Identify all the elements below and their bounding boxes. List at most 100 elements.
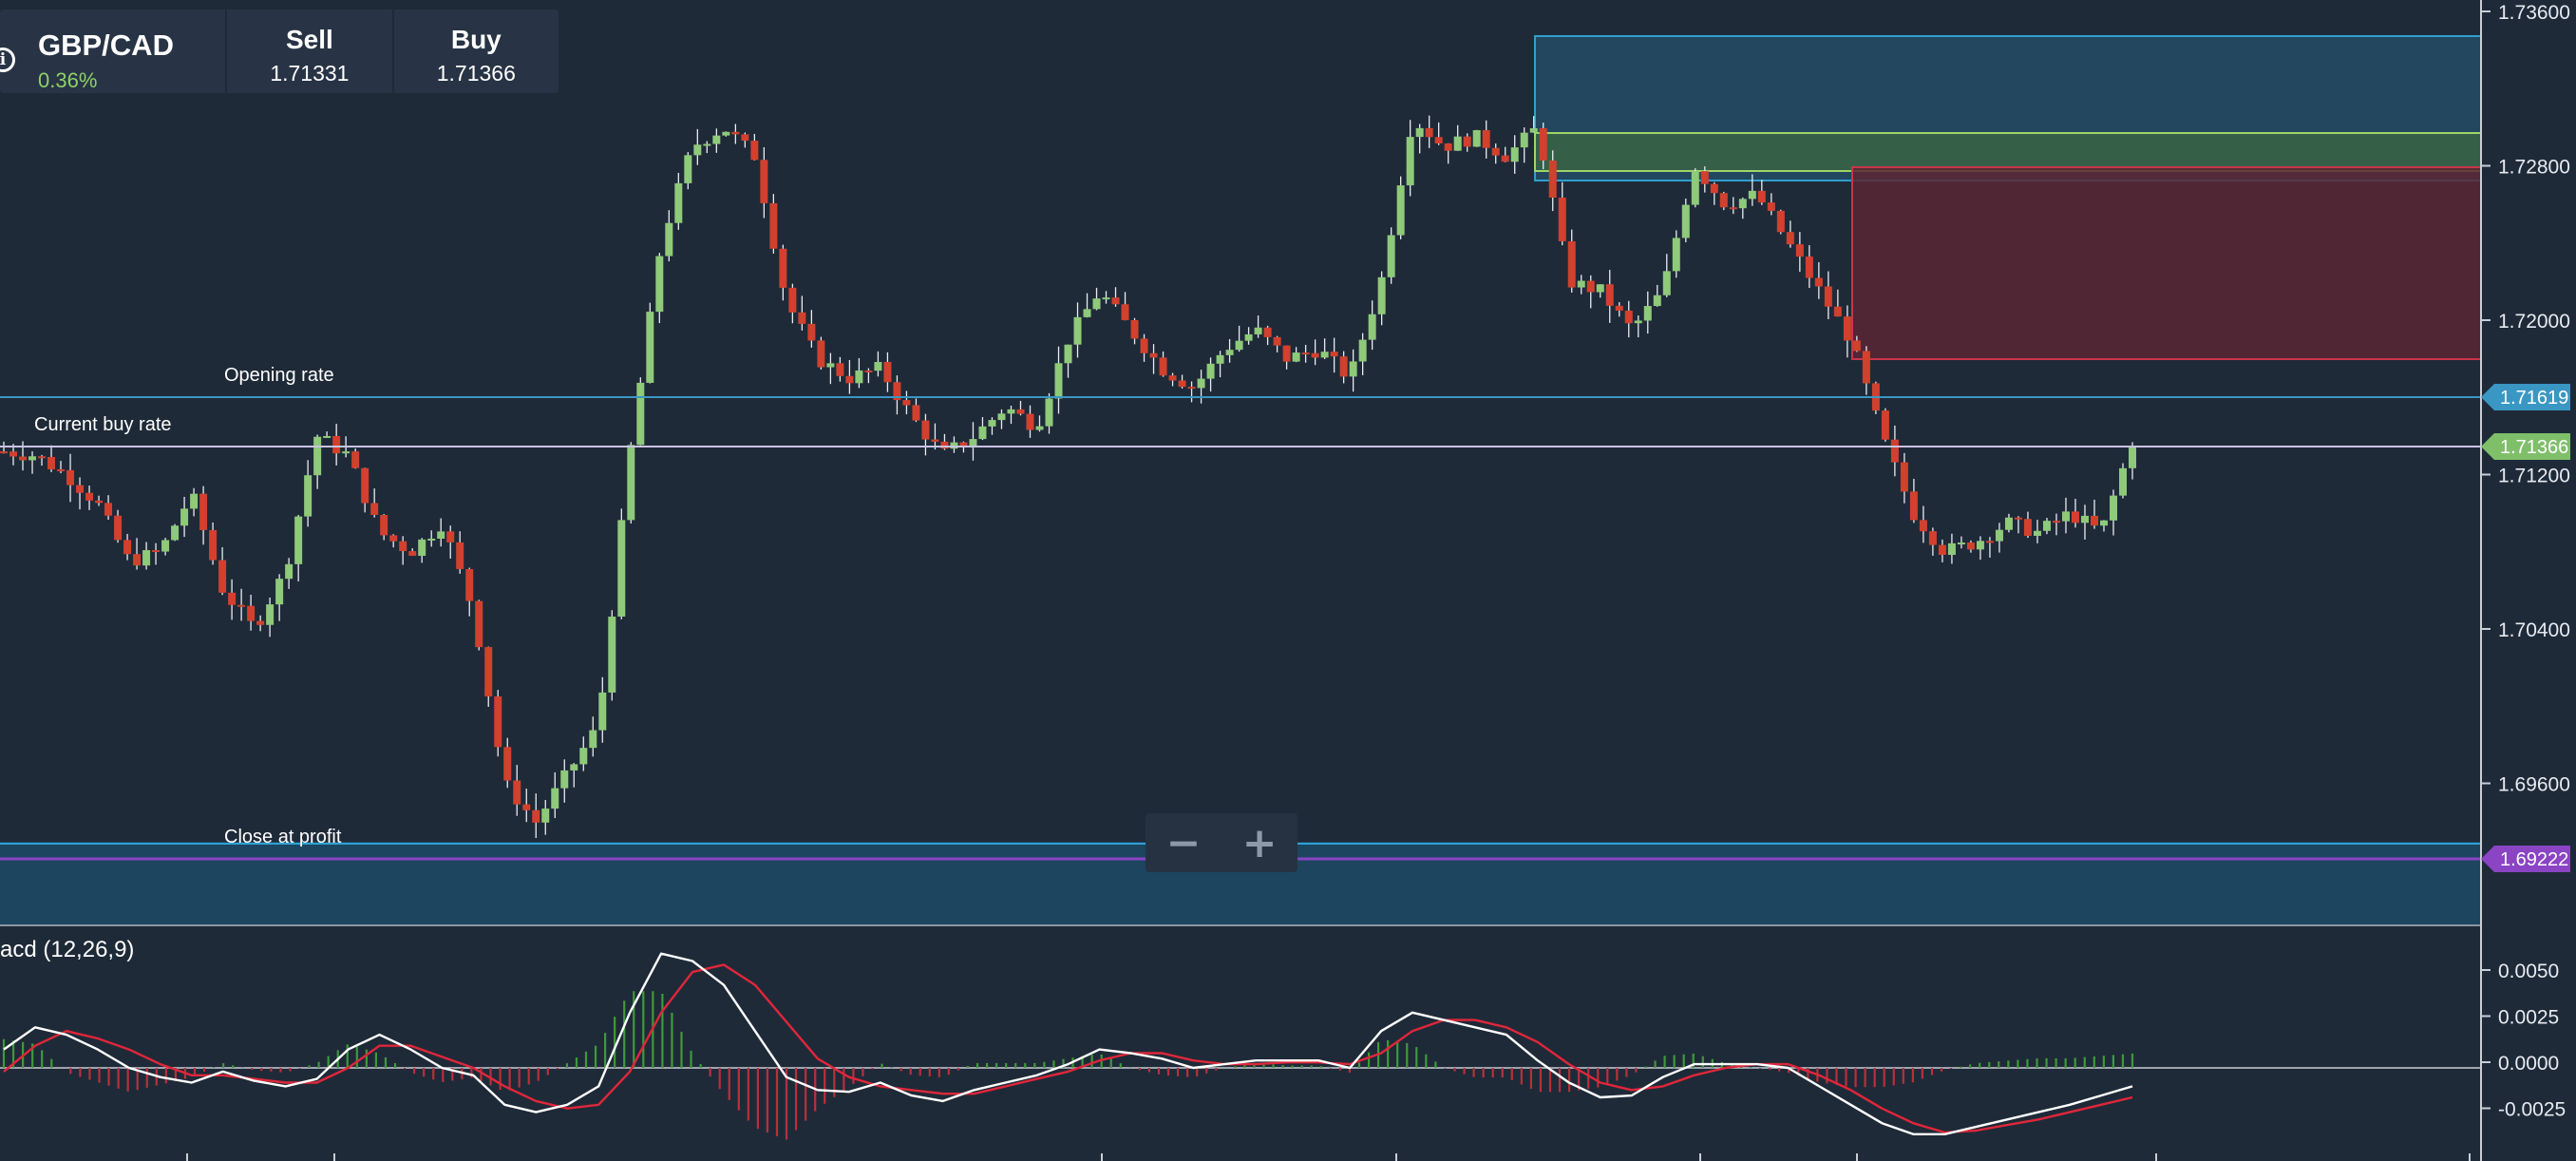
candle-body bbox=[494, 696, 502, 748]
candle-body bbox=[1273, 336, 1281, 346]
candle-body bbox=[161, 540, 170, 552]
candle-body bbox=[1710, 183, 1718, 194]
candle-body bbox=[1776, 210, 1785, 233]
candle-body bbox=[1805, 257, 1813, 278]
price-tick-label: 1.70400 bbox=[2498, 619, 2570, 641]
candle-body bbox=[1757, 190, 1766, 203]
opening-rate-tag-text: 1.71619 bbox=[2500, 388, 2568, 409]
price-tick-label: 1.71200 bbox=[2498, 466, 2570, 487]
buy-button[interactable]: Buy 1.71366 bbox=[394, 10, 559, 93]
sell-button[interactable]: Sell 1.71331 bbox=[227, 10, 394, 93]
price-chart[interactable]: 1.73600 1.72800 1.72000 1.71200 1.70400 1.696… bbox=[0, 0, 2576, 1161]
candle-body bbox=[2080, 515, 2089, 523]
candle-body bbox=[503, 747, 512, 781]
candle-body bbox=[636, 382, 645, 446]
buy-value: 1.71366 bbox=[436, 61, 516, 86]
candle-body bbox=[465, 568, 474, 601]
current-buy-rate-label: Current buy rate bbox=[34, 414, 172, 435]
candle-body bbox=[1130, 319, 1139, 339]
candle-body bbox=[1928, 531, 1937, 545]
candle-body bbox=[1567, 240, 1576, 288]
candle-body bbox=[598, 692, 607, 731]
sell-value: 1.71331 bbox=[270, 61, 350, 86]
candle-body bbox=[1045, 398, 1053, 427]
candle-body bbox=[1890, 439, 1899, 463]
candle-body bbox=[950, 442, 958, 449]
plus-icon: + bbox=[1241, 818, 1278, 867]
candle-body bbox=[1957, 542, 1965, 545]
candle-body bbox=[769, 202, 778, 249]
candle-body bbox=[1054, 363, 1063, 399]
candle-body bbox=[1016, 409, 1025, 414]
candle-body bbox=[845, 375, 854, 384]
candle-body bbox=[408, 551, 417, 557]
candle-body bbox=[608, 616, 616, 693]
candle-body bbox=[0, 451, 8, 454]
candle-body bbox=[826, 363, 835, 368]
candle-body bbox=[1662, 271, 1671, 295]
candle-body bbox=[1263, 327, 1272, 337]
zoom-out-button[interactable]: − bbox=[1146, 813, 1222, 872]
candle-body bbox=[921, 420, 930, 440]
macd-line bbox=[3, 952, 2133, 1136]
candle-body bbox=[1092, 298, 1101, 310]
candle-body bbox=[1282, 345, 1291, 362]
candle-body bbox=[551, 788, 559, 809]
candle-body bbox=[1159, 357, 1167, 376]
candle-body bbox=[1862, 351, 1870, 384]
candle-body bbox=[1976, 541, 1984, 550]
candle-body bbox=[323, 435, 331, 438]
price-tick-label: 1.73600 bbox=[2498, 2, 2570, 24]
candle-body bbox=[76, 485, 85, 493]
candle-body bbox=[1197, 378, 1205, 389]
candle-body bbox=[1140, 338, 1148, 353]
candle-body bbox=[646, 312, 654, 383]
candle-body bbox=[1026, 413, 1034, 430]
candle-body bbox=[1349, 361, 1357, 377]
candle-body bbox=[456, 542, 464, 569]
candle-body bbox=[1254, 327, 1262, 334]
candle-body bbox=[931, 439, 939, 442]
candle-body bbox=[1358, 339, 1367, 362]
candle-body bbox=[883, 362, 892, 383]
instrument-pair[interactable]: i GBP/CAD 0.36% bbox=[0, 10, 228, 93]
info-icon[interactable]: i bbox=[0, 48, 15, 72]
candle-body bbox=[807, 323, 816, 341]
candle-body bbox=[617, 520, 626, 617]
candle-body bbox=[1149, 352, 1158, 358]
candle-body bbox=[1453, 136, 1462, 151]
candle-body bbox=[57, 469, 66, 472]
candle-body bbox=[627, 445, 635, 521]
candle-body bbox=[275, 579, 284, 605]
candle-body bbox=[788, 287, 797, 313]
candle-body bbox=[1377, 276, 1386, 314]
candle-body bbox=[1111, 297, 1120, 305]
candle-body bbox=[2118, 467, 2127, 496]
candle-body bbox=[1596, 284, 1604, 293]
candle-body bbox=[66, 469, 75, 485]
candle-body bbox=[1985, 541, 1994, 543]
candle-body bbox=[741, 134, 749, 142]
candle-body bbox=[1738, 199, 1747, 209]
candle-body bbox=[228, 592, 237, 605]
candle-body bbox=[1615, 305, 1623, 311]
candle-body bbox=[114, 515, 123, 541]
candle-body bbox=[1919, 520, 1927, 532]
current-buy-rate-tag-text: 1.71366 bbox=[2500, 437, 2568, 458]
candle-body bbox=[133, 554, 142, 566]
candle-body bbox=[361, 467, 369, 504]
instrument-panel[interactable]: i GBP/CAD 0.36% Sell 1.71331 Buy 1.71366 bbox=[0, 10, 559, 93]
candle-body bbox=[2014, 517, 2022, 520]
candle-body bbox=[1396, 185, 1405, 236]
candle-body bbox=[997, 413, 1006, 421]
candle-body bbox=[1035, 426, 1044, 430]
candle-body bbox=[2109, 495, 2117, 521]
candle-body bbox=[2061, 511, 2070, 522]
zoom-in-button[interactable]: + bbox=[1222, 813, 1297, 872]
candle-body bbox=[190, 493, 199, 509]
candle-body bbox=[1786, 232, 1794, 245]
candle-body bbox=[1833, 306, 1842, 317]
candle-body bbox=[2071, 511, 2079, 523]
candle-body bbox=[95, 500, 104, 504]
candle-body bbox=[902, 400, 911, 406]
